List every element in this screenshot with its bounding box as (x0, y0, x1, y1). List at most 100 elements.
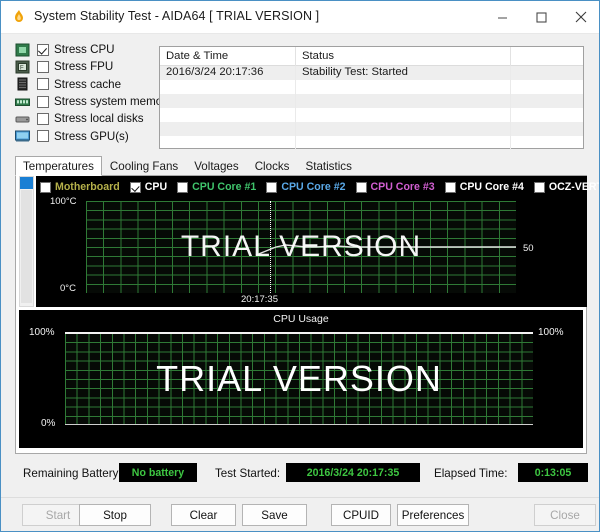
legend-checkbox-cpu-core-2[interactable] (266, 181, 278, 193)
legend-checkbox-ocz-vertex3[interactable] (533, 181, 545, 193)
table-row-empty[interactable] (160, 108, 583, 122)
stress-option-disks[interactable]: Stress local disks (15, 110, 155, 127)
stress-option-label: Stress CPU (54, 43, 115, 57)
table-row-empty[interactable] (160, 80, 583, 94)
stress-option-cpu[interactable]: Stress CPU (15, 41, 155, 58)
legend-item-cpu-core-1[interactable]: CPU Core #1 (177, 181, 256, 193)
remaining-battery-value: No battery (119, 463, 197, 482)
temperature-axis-bottom-label: 0°C (60, 283, 76, 294)
legend-checkbox-cpu[interactable] (129, 181, 141, 193)
stress-disks-checkbox[interactable] (37, 112, 49, 125)
chart-watermark: TRIAL VERSION (180, 230, 422, 263)
legend-item-cpu-core-2[interactable]: CPU Core #2 (266, 181, 346, 193)
tab-statistics[interactable]: Statistics (297, 156, 359, 176)
save-button[interactable]: Save (242, 504, 307, 526)
usage-axis-right-top-label: 100% (538, 327, 564, 338)
stress-option-gpu[interactable]: Stress GPU(s) (15, 127, 155, 144)
legend-label: CPU Core #3 (370, 181, 435, 193)
window-title: System Stability Test - AIDA64 [ TRIAL V… (34, 9, 320, 23)
log-column-header-extra[interactable] (511, 47, 583, 66)
table-row-empty[interactable] (160, 94, 583, 108)
stress-cache-checkbox[interactable] (37, 78, 49, 91)
cache-module-icon (15, 77, 31, 91)
legend-checkbox-cpu-core-1[interactable] (177, 181, 189, 193)
stress-option-label: Stress system memory (54, 95, 172, 109)
legend-label: OCZ-VERTEX3 MI (548, 181, 599, 193)
stress-option-label: Stress FPU (54, 60, 114, 74)
hard-disk-icon (15, 112, 31, 126)
legend-checkbox-cpu-core-4[interactable] (444, 181, 456, 193)
legend-label: CPU Core #2 (281, 181, 346, 193)
legend-label: CPU Core #1 (192, 181, 257, 193)
table-row-empty[interactable] (160, 136, 583, 150)
table-row-empty[interactable] (160, 122, 583, 136)
stress-cpu-checkbox[interactable] (37, 43, 49, 56)
memory-stick-icon (15, 95, 31, 109)
stress-gpu-checkbox[interactable] (37, 130, 49, 143)
event-log-list[interactable]: Date & Time Status 2016/3/24 20:17:36 St… (159, 46, 584, 150)
elapsed-time-value: 0:13:05 (518, 463, 588, 482)
legend-label: Motherboard (55, 181, 120, 193)
log-cell-extra (511, 66, 583, 80)
fpu-chip-icon: F (15, 60, 31, 74)
svg-text:F: F (20, 65, 24, 71)
aida64-stability-test-window: System Stability Test - AIDA64 [ TRIAL V… (0, 0, 600, 532)
log-cell-datetime: 2016/3/24 20:17:36 (160, 66, 296, 80)
legend-label: CPU (144, 181, 168, 193)
log-header-row: Date & Time Status (160, 47, 583, 66)
clear-button[interactable]: Clear (171, 504, 236, 526)
tab-temperatures[interactable]: Temperatures (15, 156, 102, 176)
status-row: Remaining Battery: No battery Test Start… (15, 463, 588, 487)
usage-axis-left-bottom-label: 0% (41, 418, 56, 429)
temperature-chart: TRIAL VERSION 100°C 0°C 50 20:17:35 (36, 193, 587, 307)
legend-label: CPU Core #4 (459, 181, 524, 193)
stress-option-label: Stress cache (54, 77, 122, 91)
usage-axis-left-top-label: 100% (29, 327, 55, 338)
test-started-value: 2016/3/24 20:17:35 (286, 463, 420, 482)
aida64-flame-icon (11, 9, 27, 25)
cpu-usage-baseline (65, 424, 533, 426)
legend-item-cpu-core-4[interactable]: CPU Core #4 (444, 181, 524, 193)
scrollbar-thumb[interactable] (20, 177, 33, 189)
legend-item-motherboard[interactable]: Motherboard (40, 181, 120, 193)
stress-option-fpu[interactable]: F Stress FPU (15, 58, 155, 75)
close-button[interactable]: Close (534, 504, 596, 526)
stress-options-panel: Stress CPU F Stress FPU Stress cache Str… (15, 41, 172, 153)
scrollbar-track[interactable] (21, 190, 32, 303)
cpuid-button[interactable]: CPUID (331, 504, 391, 526)
cpu-usage-series-line (65, 332, 533, 334)
stress-option-cache[interactable]: Stress cache (15, 76, 155, 93)
stress-option-label: Stress local disks (54, 112, 144, 126)
log-cell-status: Stability Test: Started (296, 66, 511, 80)
time-marker-line (270, 201, 271, 293)
log-column-header-datetime[interactable]: Date & Time (160, 47, 296, 66)
remaining-battery-label: Remaining Battery: (23, 467, 122, 480)
tab-cooling-fans[interactable]: Cooling Fans (102, 156, 186, 176)
stress-fpu-checkbox[interactable] (37, 60, 49, 73)
stop-button[interactable]: Stop (79, 504, 151, 526)
sensor-list-scrollbar[interactable] (19, 176, 34, 307)
close-icon[interactable] (558, 1, 599, 33)
cpu-chip-icon (15, 43, 31, 57)
stress-memory-checkbox[interactable] (37, 95, 49, 108)
table-row[interactable]: 2016/3/24 20:17:36 Stability Test: Start… (160, 66, 583, 80)
stress-option-label: Stress GPU(s) (54, 129, 129, 143)
elapsed-time-label: Elapsed Time: (434, 467, 508, 480)
bottom-button-bar: Start Stop Clear Save CPUID Preferences … (1, 497, 599, 531)
tab-voltages[interactable]: Voltages (186, 156, 246, 176)
legend-checkbox-motherboard[interactable] (40, 181, 51, 193)
temperature-time-label: 20:17:35 (241, 294, 278, 305)
gpu-monitor-icon (15, 129, 31, 143)
tab-clocks[interactable]: Clocks (247, 156, 298, 176)
preferences-button[interactable]: Preferences (397, 504, 469, 526)
legend-item-ocz-vertex3[interactable]: OCZ-VERTEX3 MI (533, 181, 599, 193)
stress-option-memory[interactable]: Stress system memory (15, 93, 172, 110)
tab-strip: Temperatures Cooling Fans Voltages Clock… (15, 156, 587, 176)
legend-item-cpu-core-3[interactable]: CPU Core #3 (355, 181, 435, 193)
legend-checkbox-cpu-core-3[interactable] (355, 181, 367, 193)
chart-watermark: TRIAL VERSION (156, 358, 442, 399)
legend-item-cpu[interactable]: CPU (129, 181, 168, 193)
temperature-axis-top-label: 100°C (50, 196, 77, 207)
cpu-usage-chart: CPU Usage TRIAL VERSION 100% 0% 100% (19, 310, 583, 448)
log-column-header-status[interactable]: Status (296, 47, 511, 66)
